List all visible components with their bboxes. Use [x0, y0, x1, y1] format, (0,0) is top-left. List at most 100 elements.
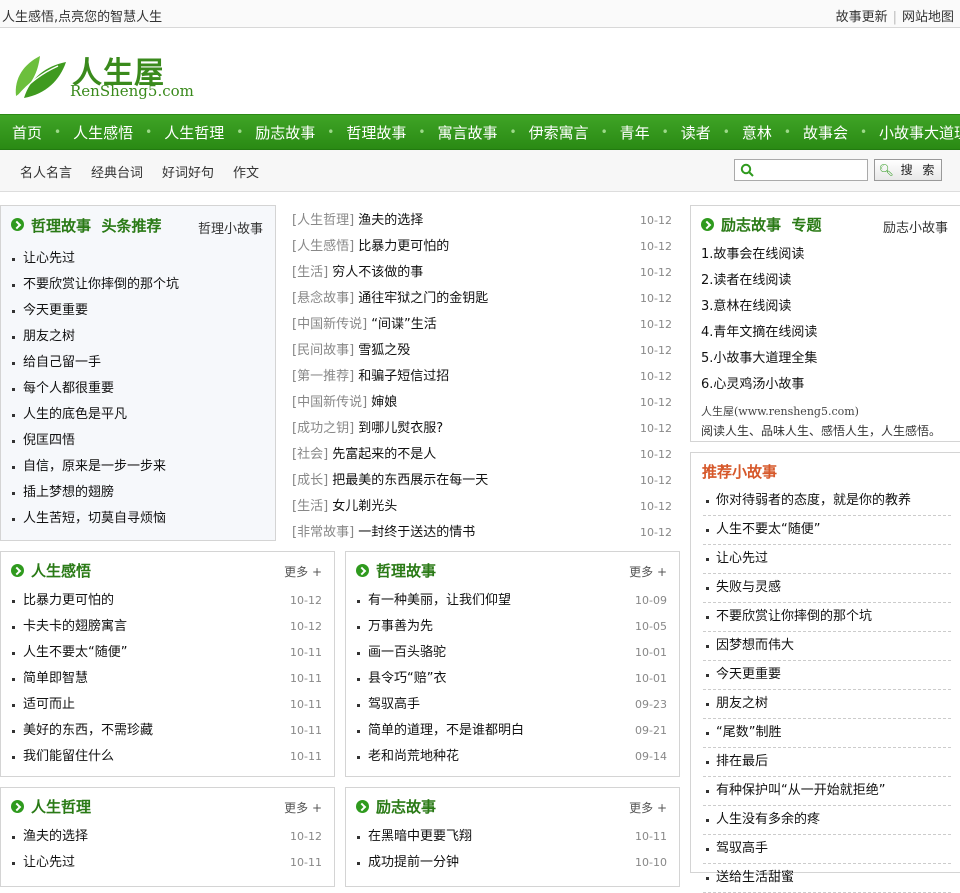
nav-philosophy-stories[interactable]: 哲理故事 — [334, 122, 418, 143]
list-item[interactable]: 今天更重要 — [703, 661, 951, 690]
list-item[interactable]: 驾驭高手 09-23 — [346, 692, 679, 718]
list-item[interactable]: [生活] 女儿剃光头 10-12 — [292, 494, 672, 520]
list-item[interactable]: 1.故事会在线阅读 — [691, 242, 960, 268]
list-item[interactable]: [悬念故事] 通往牢狱之门的金钥匙 10-12 — [292, 286, 672, 312]
list-item[interactable]: 朋友之树 — [703, 690, 951, 719]
list-item[interactable]: 比暴力更可怕的 10-12 — [1, 588, 334, 614]
panel-title: 人生感悟 — [31, 562, 92, 580]
list-item[interactable]: 有种保护叫“从一开始就拒绝” — [703, 777, 951, 806]
nav-inspirational[interactable]: 励志故事 — [243, 122, 327, 143]
list-item[interactable]: 万事善为先 10-05 — [346, 614, 679, 640]
list-item[interactable]: 3.意林在线阅读 — [691, 294, 960, 320]
search-button[interactable]: 🔍︎ 搜 索 — [874, 159, 942, 181]
site-map-link[interactable]: 网站地图 — [902, 10, 954, 25]
list-item[interactable]: 渔夫的选择 10-12 — [1, 824, 334, 850]
list-item[interactable]: 让心先过 — [1, 246, 275, 272]
list-item[interactable]: 人生没有多余的疼 — [703, 806, 951, 835]
philosophy-stories-list: 有一种美丽，让我们仰望 10-09 万事善为先 10-05 画一百头骆驼 10-01 … — [346, 588, 679, 770]
list-item[interactable]: 县令巧“赔”衣 10-01 — [346, 666, 679, 692]
list-item[interactable]: 适可而止 10-11 — [1, 692, 334, 718]
panel-title: 哲理故事 — [376, 562, 437, 580]
sub-nav: 名人名言 经典台词 好词好句 作文 🔍︎ 搜 索 — [0, 150, 960, 192]
list-item[interactable]: 4.青年文摘在线阅读 — [691, 320, 960, 346]
panel-recommended: 推荐小故事 你对待弱者的态度，就是你的教养 人生不要太“随便” 让心先过 失败与… — [690, 452, 960, 893]
list-item[interactable]: 卡夫卡的翅膀寓言 10-12 — [1, 614, 334, 640]
panel-headline: 哲理故事 头条推荐 哲理小故事 让心先过 不要欣赏让你摔倒的那个坑 今天更重要 … — [0, 205, 276, 541]
list-item[interactable]: 在黑暗中更要飞翔 10-11 — [346, 824, 679, 850]
more-link[interactable]: 更多 + — [629, 563, 667, 580]
list-item[interactable]: 成功提前一分钟 10-10 — [346, 850, 679, 876]
list-item[interactable]: 美好的东西，不需珍藏 10-11 — [1, 718, 334, 744]
list-item[interactable]: 自信，原来是一步一步来 — [1, 454, 275, 480]
list-item[interactable]: 朋友之树 — [1, 324, 275, 350]
more-link[interactable]: 更多 + — [629, 799, 667, 816]
list-item[interactable]: 有一种美丽，让我们仰望 10-09 — [346, 588, 679, 614]
subnav-quotes[interactable]: 名人名言 — [20, 162, 72, 181]
arrow-circle-icon — [11, 564, 24, 577]
list-item[interactable]: 人生不要太“随便” — [703, 516, 951, 545]
site-logo[interactable]: 人生屋 RenSheng5.com — [10, 44, 200, 104]
list-item[interactable]: 5.小故事大道理全集 — [691, 346, 960, 372]
list-item[interactable]: 我们能留住什么 10-11 — [1, 744, 334, 770]
more-link[interactable]: 哲理小故事 — [198, 218, 263, 237]
list-item[interactable]: 人生的底色是平凡 — [1, 402, 275, 428]
panel-topic: 励志故事 专题 励志小故事 1.故事会在线阅读 2.读者在线阅读 3.意林在线阅… — [690, 205, 960, 442]
more-link[interactable]: 励志小故事 — [883, 217, 948, 236]
top-bar: 人生感悟,点亮您的智慧人生 故事更新 | 网站地图 — [0, 0, 960, 28]
more-link[interactable]: 更多 + — [284, 563, 322, 580]
nav-life-philosophy[interactable]: 人生哲理 — [152, 122, 236, 143]
list-item[interactable]: 画一百头骆驼 10-01 — [346, 640, 679, 666]
nav-life-insight[interactable]: 人生感悟 — [61, 122, 145, 143]
list-item[interactable]: 送给生活甜蜜 — [703, 864, 951, 893]
arrow-circle-icon — [356, 800, 369, 813]
list-item[interactable]: 让心先过 10-11 — [1, 850, 334, 876]
nav-home[interactable]: 首页 — [0, 122, 54, 143]
list-item[interactable]: [中国新传说] 婶娘 10-12 — [292, 390, 672, 416]
list-item[interactable]: 2.读者在线阅读 — [691, 268, 960, 294]
list-item[interactable]: [第一推荐] 和骗子短信过招 10-12 — [292, 364, 672, 390]
subnav-essays[interactable]: 作文 — [233, 162, 259, 181]
nav-aesop[interactable]: 伊索寓言 — [517, 122, 601, 143]
list-item[interactable]: 人生不要太“随便” 10-11 — [1, 640, 334, 666]
list-item[interactable]: 倪匡四悟 — [1, 428, 275, 454]
search-input[interactable] — [734, 159, 868, 181]
list-item[interactable]: 排在最后 — [703, 748, 951, 777]
list-item[interactable]: 人生苦短，切莫自寻烦恼 — [1, 506, 275, 532]
nav-fables[interactable]: 寓言故事 — [425, 122, 509, 143]
list-item[interactable]: 让心先过 — [703, 545, 951, 574]
list-item[interactable]: [中国新传说] “间谍”生活 10-12 — [292, 312, 672, 338]
nav-yilin[interactable]: 意林 — [730, 122, 784, 143]
list-item[interactable]: 简单即智慧 10-11 — [1, 666, 334, 692]
nav-small-stories[interactable]: 小故事大道理 — [867, 122, 960, 143]
list-item[interactable]: 因梦想而伟大 — [703, 632, 951, 661]
list-item[interactable]: [生活] 穷人不该做的事 10-12 — [292, 260, 672, 286]
list-item[interactable]: [成长] 把最美的东西展示在每一天 10-12 — [292, 468, 672, 494]
list-item[interactable]: [成功之钥] 到哪儿熨衣服? 10-12 — [292, 416, 672, 442]
story-updates-link[interactable]: 故事更新 — [836, 10, 888, 25]
panel-inspirational: 励志故事 更多 + 在黑暗中更要飞翔 10-11 成功提前一分钟 10-10 — [345, 787, 680, 887]
list-item[interactable]: 你对待弱者的态度，就是你的教养 — [703, 487, 951, 516]
list-item[interactable]: [社会] 先富起来的不是人 10-12 — [292, 442, 672, 468]
list-item[interactable]: [人生哲理] 渔夫的选择 10-12 — [292, 208, 672, 234]
list-item[interactable]: 6.心灵鸡汤小故事 — [691, 372, 960, 398]
nav-youth[interactable]: 青年 — [608, 122, 662, 143]
list-item[interactable]: 驾驭高手 — [703, 835, 951, 864]
list-item[interactable]: 插上梦想的翅膀 — [1, 480, 275, 506]
list-item[interactable]: 简单的道理，不是谁都明白 09-21 — [346, 718, 679, 744]
list-item[interactable]: 给自己留一手 — [1, 350, 275, 376]
list-item[interactable]: “尾数”制胜 — [703, 719, 951, 748]
list-item[interactable]: [人生感悟] 比暴力更可怕的 10-12 — [292, 234, 672, 260]
more-link[interactable]: 更多 + — [284, 799, 322, 816]
list-item[interactable]: [非常故事] 一封终于送达的情书 10-12 — [292, 520, 672, 546]
list-item[interactable]: 失败与灵感 — [703, 574, 951, 603]
subnav-classic-lines[interactable]: 经典台词 — [91, 162, 143, 181]
list-item[interactable]: 不要欣赏让你摔倒的那个坑 — [1, 272, 275, 298]
nav-reader[interactable]: 读者 — [669, 122, 723, 143]
subnav-good-words[interactable]: 好词好句 — [162, 162, 214, 181]
list-item[interactable]: [民间故事] 雪狐之殁 10-12 — [292, 338, 672, 364]
nav-story-club[interactable]: 故事会 — [791, 122, 860, 143]
list-item[interactable]: 老和尚荒地种花 09-14 — [346, 744, 679, 770]
list-item[interactable]: 每个人都很重要 — [1, 376, 275, 402]
list-item[interactable]: 今天更重要 — [1, 298, 275, 324]
list-item[interactable]: 不要欣赏让你摔倒的那个坑 — [703, 603, 951, 632]
